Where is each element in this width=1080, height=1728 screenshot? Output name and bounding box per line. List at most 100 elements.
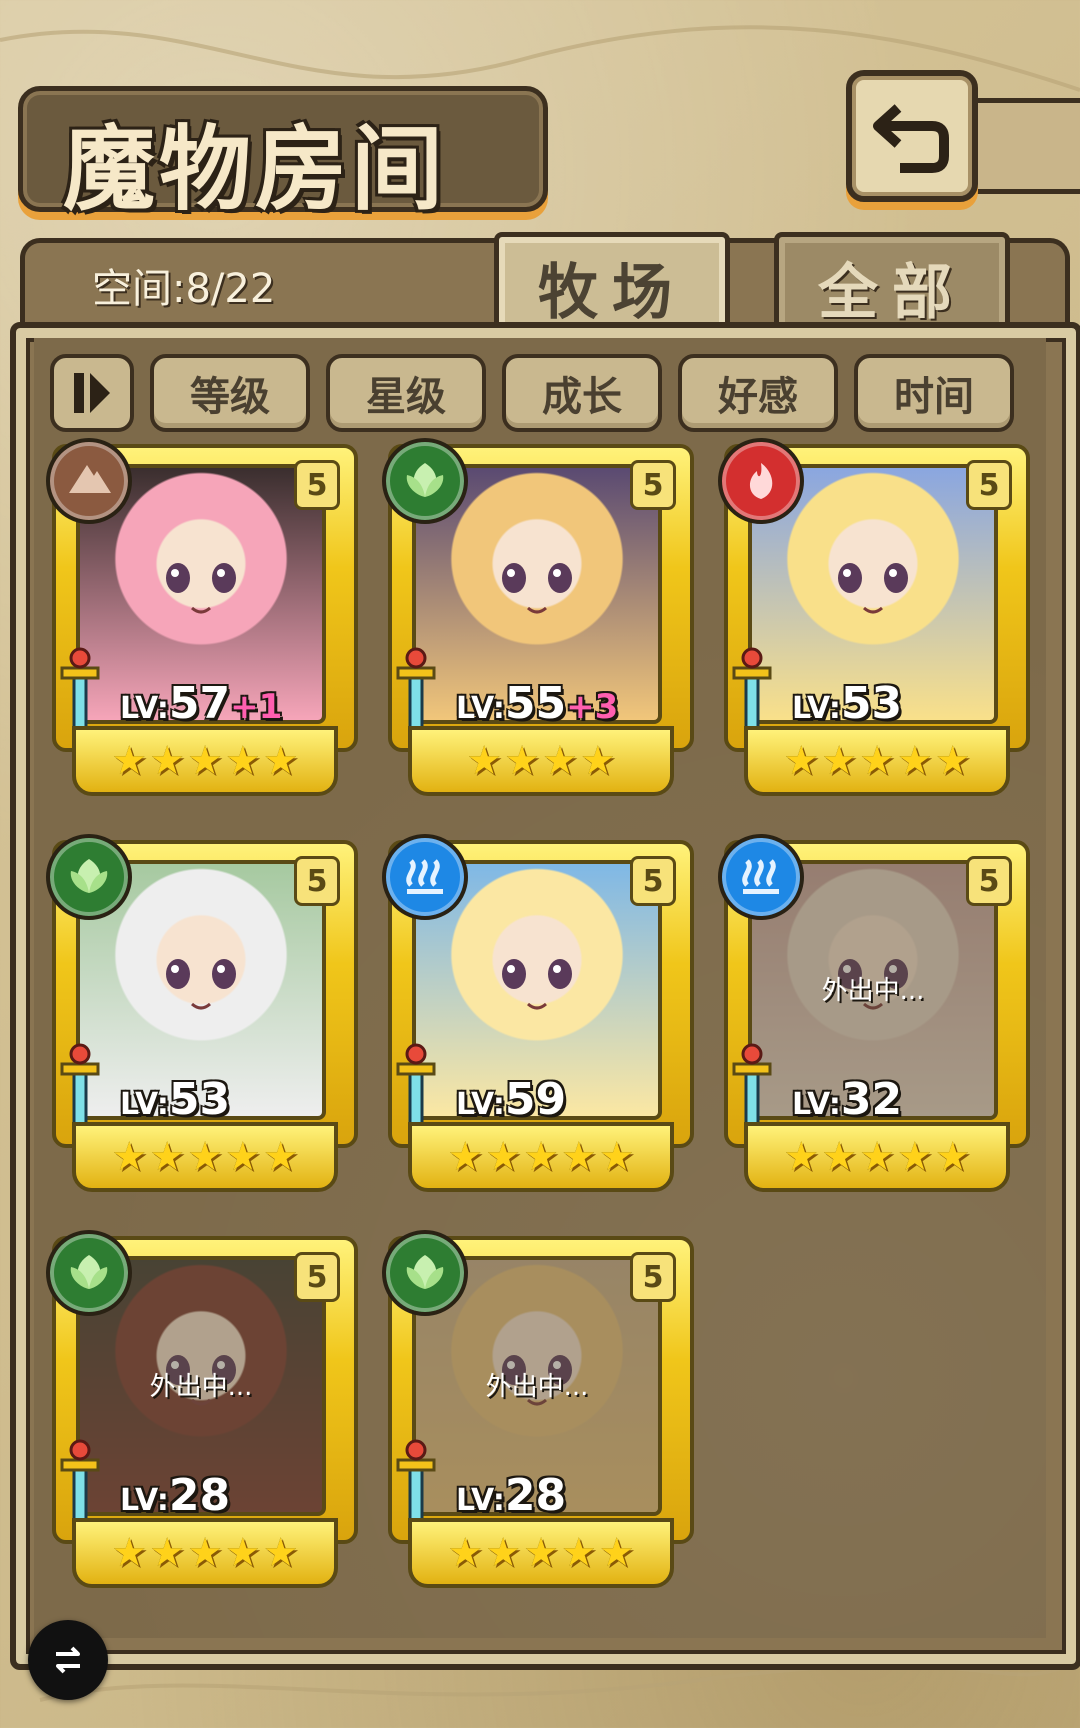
star-icon: ★ (187, 1530, 223, 1576)
back-arrow-icon (873, 104, 949, 173)
star-rating: ★ ★ ★ ★ ★ (744, 726, 1010, 796)
monster-card[interactable]: 外出中... 5 LV:28 ★ ★ ★ ★ ★ (46, 1230, 358, 1588)
monster-card[interactable]: 5 LV:55+3 ★ ★ ★ ★ (382, 438, 694, 796)
star-icon: ★ (542, 738, 578, 784)
element-badge (382, 438, 468, 524)
element-badge (46, 834, 132, 920)
star-icon: ★ (560, 1134, 597, 1180)
monster-level: LV:55+3 (456, 678, 618, 729)
level-prefix: LV: (120, 691, 169, 726)
rarity-badge: 5 (966, 856, 1012, 906)
monster-card[interactable]: 外出中... 5 LV:32 ★ ★ ★ ★ ★ (718, 834, 1030, 1192)
star-icon: ★ (149, 738, 186, 784)
star-icon: ★ (560, 1530, 597, 1576)
star-icon: ★ (934, 1134, 971, 1180)
level-value: 59 (504, 1074, 567, 1125)
star-icon: ★ (579, 738, 616, 784)
level-bonus: +3 (566, 687, 619, 727)
rarity-badge: 5 (294, 856, 340, 906)
star-rating: ★ ★ ★ ★ ★ (72, 1122, 338, 1192)
level-value: 53 (840, 678, 903, 729)
rarity-badge: 5 (294, 460, 340, 510)
level-value: 28 (168, 1470, 231, 1521)
level-prefix: LV: (456, 1087, 505, 1122)
swap-floating-button[interactable] (28, 1620, 108, 1700)
star-icon: ★ (934, 738, 971, 784)
sort-order-toggle[interactable] (50, 354, 134, 432)
leaf-element-icon (406, 1255, 444, 1289)
element-badge (46, 438, 132, 524)
level-value: 55 (504, 678, 567, 729)
earth-element-icon (69, 465, 111, 493)
star-icon: ★ (821, 738, 858, 784)
star-icon: ★ (447, 1134, 484, 1180)
star-icon: ★ (783, 1134, 820, 1180)
star-icon: ★ (187, 738, 223, 784)
swap-icon (56, 1646, 80, 1674)
away-status: 外出中... (149, 1372, 253, 1402)
monster-card[interactable]: 5 LV:53 ★ ★ ★ ★ ★ (718, 438, 1030, 796)
star-icon: ★ (859, 1134, 895, 1180)
monster-card[interactable]: 外出中... 5 LV:28 ★ ★ ★ ★ ★ (382, 1230, 694, 1588)
star-icon: ★ (466, 738, 503, 784)
star-icon: ★ (149, 1134, 186, 1180)
level-prefix: LV: (120, 1483, 169, 1518)
sort-growth-button[interactable]: 成长 (502, 354, 662, 432)
star-icon: ★ (262, 1530, 299, 1576)
level-prefix: LV: (792, 1087, 841, 1122)
star-icon: ★ (896, 1134, 933, 1180)
star-rating: ★ ★ ★ ★ (408, 726, 674, 796)
star-icon: ★ (485, 1530, 522, 1576)
rarity-badge: 5 (630, 856, 676, 906)
star-icon: ★ (598, 1530, 635, 1576)
star-icon: ★ (111, 1134, 148, 1180)
water-element-icon (742, 859, 779, 894)
monster-card[interactable]: 5 LV:53 ★ ★ ★ ★ ★ (46, 834, 358, 1192)
leaf-element-icon (70, 1255, 108, 1289)
star-icon: ★ (187, 1134, 223, 1180)
monster-level: LV:53 (120, 1074, 230, 1125)
star-icon: ★ (447, 1530, 484, 1576)
rarity-badge: 5 (630, 460, 676, 510)
level-bonus: +1 (230, 687, 283, 727)
monster-card[interactable]: 5 LV:59 ★ ★ ★ ★ ★ (382, 834, 694, 1192)
level-prefix: LV: (792, 691, 841, 726)
star-rating: ★ ★ ★ ★ ★ (408, 1122, 674, 1192)
element-badge (46, 1230, 132, 1316)
element-badge (718, 438, 804, 524)
monster-level: LV:28 (456, 1470, 566, 1521)
leaf-element-icon (406, 463, 444, 497)
leaf-element-icon (70, 859, 108, 893)
flame-element-icon (749, 463, 773, 499)
level-prefix: LV: (456, 691, 505, 726)
star-icon: ★ (859, 738, 895, 784)
sort-level-button[interactable]: 等级 (150, 354, 310, 432)
star-icon: ★ (224, 738, 261, 784)
away-status: 外出中... (485, 1372, 589, 1402)
monster-level: LV:28 (120, 1470, 230, 1521)
sort-stars-button[interactable]: 星级 (326, 354, 486, 432)
star-rating: ★ ★ ★ ★ ★ (744, 1122, 1010, 1192)
sort-affection-button[interactable]: 好感 (678, 354, 838, 432)
sort-time-button[interactable]: 时间 (854, 354, 1014, 432)
star-icon: ★ (598, 1134, 635, 1180)
star-icon: ★ (523, 1134, 559, 1180)
monster-level: LV:57+1 (120, 678, 282, 729)
star-icon: ★ (783, 738, 820, 784)
star-icon: ★ (821, 1134, 858, 1180)
star-icon: ★ (149, 1530, 186, 1576)
star-icon: ★ (262, 1134, 299, 1180)
level-prefix: LV: (120, 1087, 169, 1122)
level-value: 28 (504, 1470, 567, 1521)
space-capacity: 空间:8/22 (92, 266, 276, 312)
element-badge (718, 834, 804, 920)
star-rating: ★ ★ ★ ★ ★ (72, 726, 338, 796)
back-button[interactable] (846, 70, 978, 202)
star-icon: ★ (111, 738, 148, 784)
star-icon: ★ (504, 738, 540, 784)
back-button-rail (966, 98, 1080, 194)
star-icon: ★ (111, 1530, 148, 1576)
monster-card[interactable]: 5 LV:57+1 ★ ★ ★ ★ ★ (46, 438, 358, 796)
star-icon: ★ (224, 1530, 261, 1576)
element-badge (382, 1230, 468, 1316)
